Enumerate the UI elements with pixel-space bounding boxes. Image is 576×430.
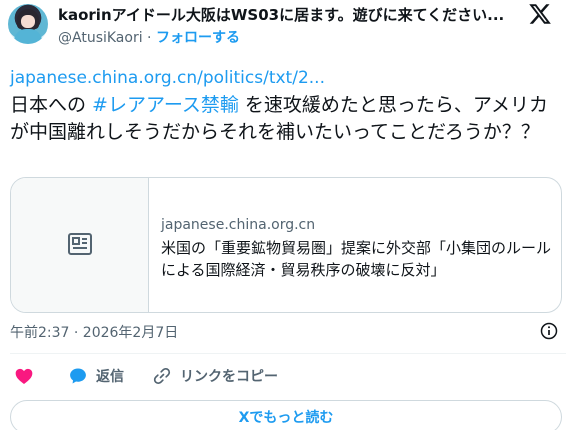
link-icon	[153, 368, 171, 384]
tweet-link[interactable]: japanese.china.org.cn/politics/txt/2...	[10, 68, 325, 88]
heart-icon	[15, 368, 33, 384]
actions-divider	[10, 353, 566, 354]
card-domain: japanese.china.org.cn	[161, 217, 316, 233]
author-display-name[interactable]: kaorinアイドール大阪はWS03に居ます。遊びに来てください...	[58, 4, 518, 25]
article-icon	[68, 233, 92, 255]
copy-link-button[interactable]: リンクをコピー	[152, 366, 278, 386]
tweet-actions: 返信 リンクをコピー	[10, 366, 566, 390]
author-handle-row: @AtusiKaori · フォローする	[58, 27, 240, 47]
author-handle[interactable]: @AtusiKaori	[58, 30, 143, 46]
tweet-header: kaorinアイドール大阪はWS03に居ます。遊びに来てください... @Atu…	[0, 0, 576, 58]
tweet-body: 日本への #レアアース禁輸 を速攻緩めたと思ったら、アメリカが中国離れしそうだか…	[10, 92, 566, 146]
reply-bubble-icon	[70, 368, 86, 384]
avatar-face-shape	[21, 15, 35, 28]
x-logo-icon[interactable]	[528, 2, 552, 26]
tweet-hashtag[interactable]: #レアアース禁輸	[92, 94, 239, 116]
avatar-body-shape	[14, 29, 42, 44]
tweet-text-before: 日本への	[10, 94, 93, 116]
reply-label: 返信	[96, 369, 124, 385]
tweet-timestamp[interactable]: 午前2:37 · 2026年2月7日	[10, 322, 178, 342]
info-icon[interactable]	[540, 322, 558, 340]
follow-button[interactable]: フォローする	[156, 30, 240, 46]
like-button[interactable]	[14, 366, 34, 386]
handle-separator: ·	[142, 30, 156, 46]
profile-avatar[interactable]	[8, 4, 48, 44]
copy-link-label: リンクをコピー	[180, 369, 278, 385]
link-preview-card[interactable]: japanese.china.org.cn 米国の「重要鉱物貿易圏」提案に外交部…	[10, 177, 562, 313]
reply-button[interactable]: 返信	[68, 366, 124, 386]
card-thumbnail	[11, 178, 149, 312]
read-more-button[interactable]: Xでもっと読む	[10, 400, 562, 430]
card-title: 米国の「重要鉱物貿易圏」提案に外交部「小集団のルールによる国際経済・貿易秩序の破…	[161, 239, 552, 279]
